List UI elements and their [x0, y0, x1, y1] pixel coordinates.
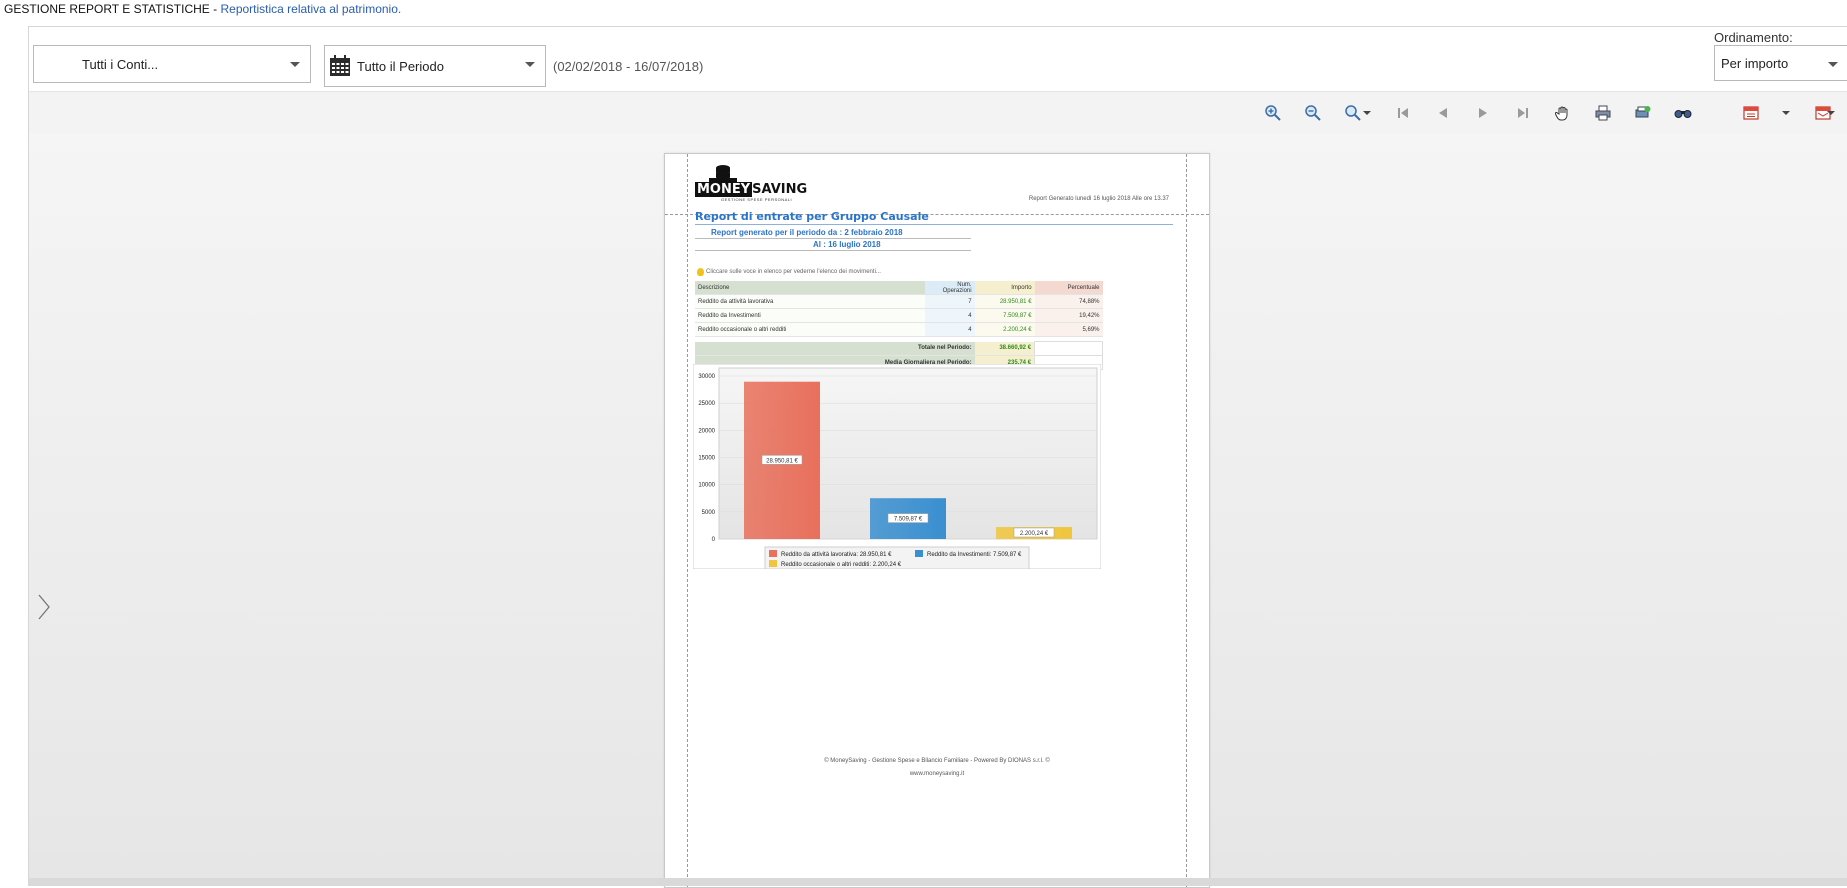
table-row[interactable]: Reddito da attività lavorativa 7 28.950,…: [695, 294, 1103, 309]
column-header-description: Descrizione: [695, 281, 925, 295]
zoom-out-icon[interactable]: [1303, 103, 1323, 123]
report-footer: © MoneySaving - Gestione Spese e Bilanci…: [824, 758, 1050, 764]
date-range-text: (02/02/2018 - 16/07/2018): [553, 59, 704, 74]
table-row[interactable]: Reddito occasionale o altri redditi 4 2.…: [695, 322, 1103, 337]
send-dropdown-icon[interactable]: [1826, 103, 1836, 123]
y-tick-label: 25000: [698, 401, 715, 407]
report-footer-url: www.moneysaving.it: [909, 771, 965, 777]
chart-svg: 05000100001500020000250003000028.950,81 …: [693, 364, 1101, 569]
table-header-row: Descrizione Num. Operazioni Importo Perc…: [695, 281, 1103, 295]
hand-tool-icon[interactable]: [1553, 103, 1573, 123]
next-page-icon[interactable]: [1473, 103, 1493, 123]
margin-guide-left: [687, 154, 688, 887]
order-select[interactable]: Per importo: [1714, 45, 1847, 81]
row-percent: 19,42%: [1034, 308, 1103, 323]
chevron-down-icon: [525, 62, 535, 67]
window-title: GESTIONE REPORT E STATISTICHE - Reportis…: [4, 2, 401, 16]
divider: [695, 250, 971, 251]
report-table: Descrizione Num. Operazioni Importo Perc…: [695, 281, 1103, 370]
order-label: Ordinamento:: [1714, 30, 1793, 45]
chevron-down-icon: [1828, 62, 1838, 67]
lightbulb-icon: [697, 268, 704, 276]
period-select-value: Tutto il Periodo: [357, 58, 444, 74]
zoom-in-icon[interactable]: [1263, 103, 1283, 123]
margin-guide-right: [1186, 154, 1187, 887]
filter-bar: Tutti i Conti... Tutto il Periodo (02/02…: [29, 27, 1847, 91]
title-underline: [695, 224, 1173, 225]
report-viewer: MONEY SAVING GESTIONE SPESE PERSONALI Rep…: [29, 133, 1847, 888]
export-icon[interactable]: [1741, 103, 1761, 123]
last-page-icon[interactable]: [1513, 103, 1533, 123]
legend-label: Reddito da attività lavorativa: 28.950,8…: [781, 552, 892, 558]
report-frame: Tutti i Conti... Tutto il Periodo (02/02…: [28, 26, 1847, 888]
y-tick-label: 20000: [698, 428, 715, 434]
report-title: Report di entrate per Gruppo Causale: [695, 210, 929, 223]
row-amount: 2.200,24 €: [974, 322, 1035, 337]
report-period-from: Report generato per il periodo da : 2 fe…: [711, 228, 903, 237]
viewer-toolbar: [29, 91, 1847, 134]
data-label: 28.950,81 €: [766, 458, 798, 464]
y-tick-label: 5000: [702, 510, 716, 516]
report-page: MONEY SAVING GESTIONE SPESE PERSONALI Rep…: [664, 153, 1210, 888]
y-tick-label: 10000: [698, 483, 715, 489]
income-bar-chart: 0 5000 10000 15000 20000 25000 30000 28.950,81 …: [693, 364, 1101, 569]
moneysaving-logo: MONEY SAVING GESTIONE SPESE PERSONALI: [695, 164, 807, 204]
title-subtitle: Reportistica relativa al patrimonio.: [220, 2, 402, 16]
row-count: 7: [924, 294, 975, 309]
accounts-select[interactable]: Tutti i Conti...: [33, 45, 311, 83]
previous-page-icon[interactable]: [1433, 103, 1453, 123]
y-tick-label: 30000: [698, 374, 715, 380]
column-header-amount: Importo: [974, 281, 1035, 295]
zoom-icon[interactable]: [1343, 103, 1363, 123]
zoom-dropdown-icon[interactable]: [1362, 103, 1372, 123]
report-hint: Cliccare sulle voce in elenco per vedern…: [697, 268, 881, 276]
row-percent: 74,88%: [1034, 294, 1103, 309]
chevron-right-icon: [38, 594, 50, 620]
find-icon[interactable]: [1673, 103, 1693, 123]
order-select-value: Per importo: [1721, 55, 1789, 71]
row-description: Reddito da attività lavorativa: [695, 294, 925, 309]
total-row: Totale nel Periodo: 38.660,92 €: [695, 341, 1103, 356]
generated-timestamp: Report Generato lunedì 16 luglio 2018 Al…: [1028, 196, 1169, 202]
row-description: Reddito da Investimenti: [695, 308, 925, 323]
legend-swatch: [769, 560, 777, 567]
page-setup-icon[interactable]: [1633, 103, 1653, 123]
title-main: GESTIONE REPORT E STATISTICHE -: [4, 2, 221, 16]
legend-label: Reddito occasionale o altri redditi: 2.2…: [781, 562, 902, 568]
divider: [695, 238, 971, 239]
export-dropdown-icon[interactable]: [1781, 103, 1791, 123]
data-label: 7.509,87 €: [894, 517, 923, 523]
row-percent: 5,69%: [1034, 322, 1103, 337]
hint-text: Cliccare sulle voce in elenco per vedern…: [706, 269, 881, 275]
total-value: 38.660,92 €: [974, 341, 1035, 356]
period-select[interactable]: Tutto il Periodo: [324, 45, 546, 87]
calendar-icon: [329, 55, 351, 77]
print-icon[interactable]: [1593, 103, 1613, 123]
legend-swatch: [915, 550, 923, 557]
legend-swatch: [769, 550, 777, 557]
report-period-to: Al : 16 luglio 2018: [813, 240, 881, 249]
total-label: Totale nel Periodo:: [695, 341, 975, 356]
legend-label: Reddito da Investimenti: 7.509,87 €: [927, 552, 1022, 558]
accounts-select-value: Tutti i Conti...: [82, 56, 159, 72]
y-tick-label: 15000: [698, 456, 715, 462]
row-amount: 7.509,87 €: [974, 308, 1035, 323]
expand-panel-button[interactable]: [37, 593, 57, 629]
column-header-percent: Percentuale: [1034, 281, 1103, 295]
row-count: 4: [924, 308, 975, 323]
row-amount: 28.950,81 €: [974, 294, 1035, 309]
chevron-down-icon: [290, 62, 300, 67]
row-count: 4: [924, 322, 975, 337]
row-description: Reddito occasionale o altri redditi: [695, 322, 925, 337]
data-label: 2.200,24 €: [1020, 531, 1049, 537]
column-header-count: Num. Operazioni: [924, 281, 975, 295]
table-row[interactable]: Reddito da Investimenti 4 7.509,87 € 19,…: [695, 308, 1103, 323]
first-page-icon[interactable]: [1393, 103, 1413, 123]
